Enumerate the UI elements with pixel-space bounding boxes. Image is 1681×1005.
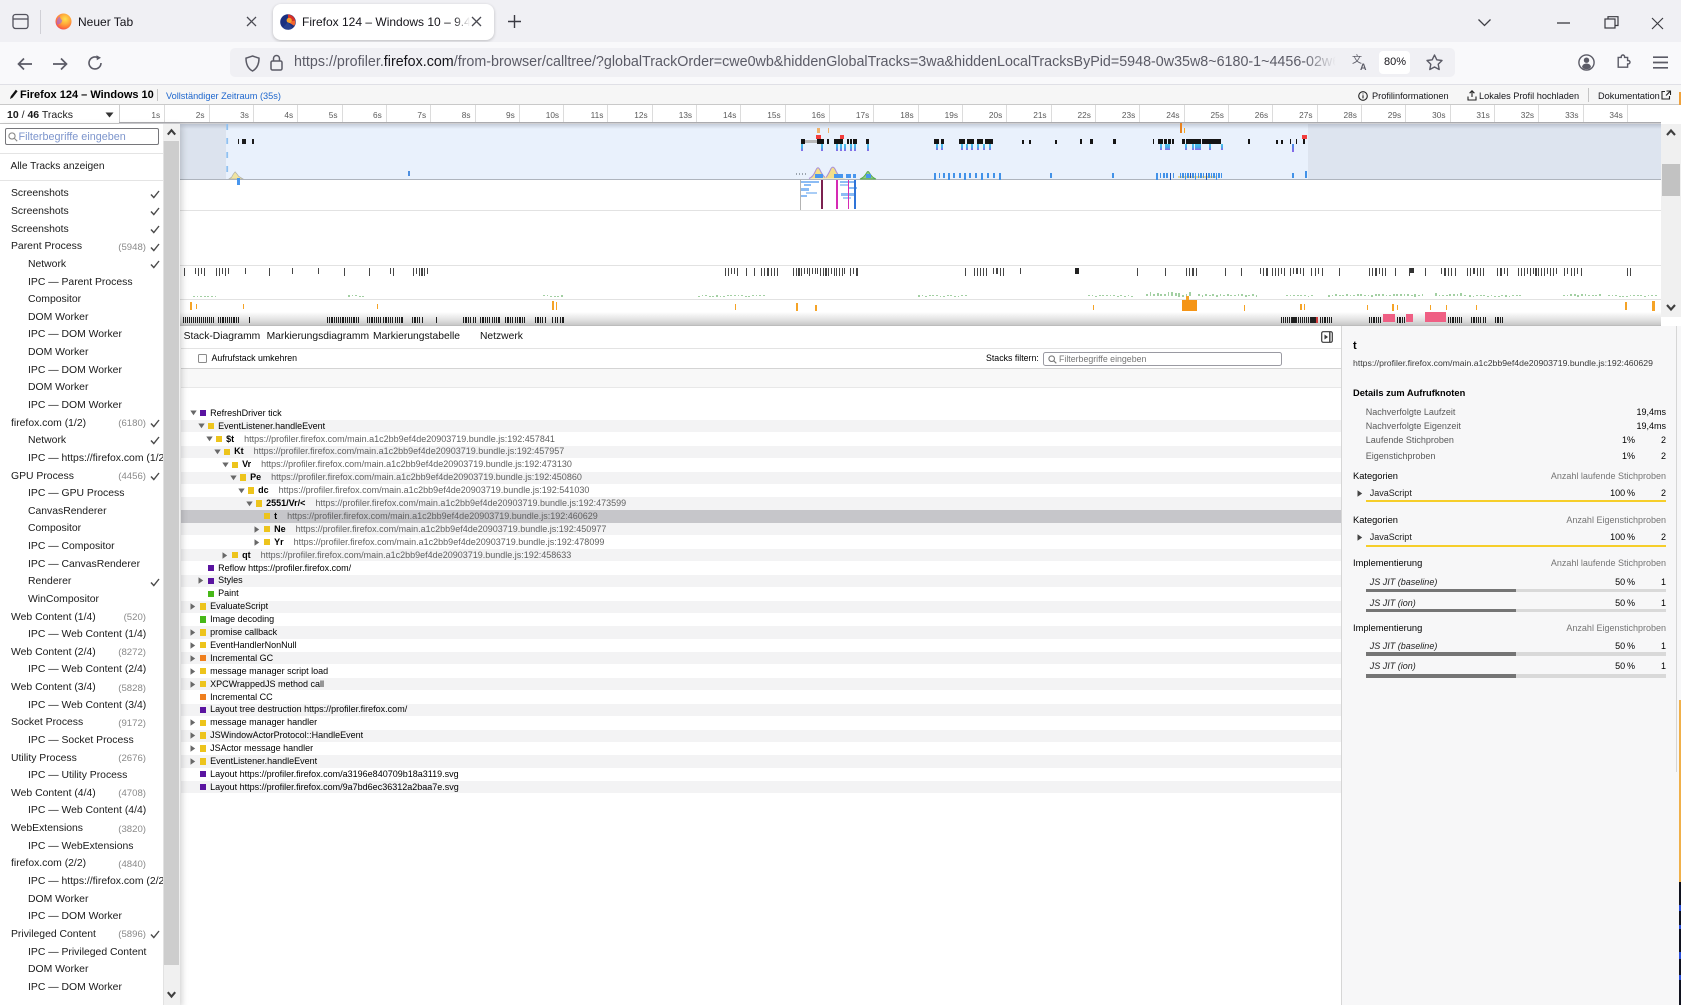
svg-text:A: A: [1360, 62, 1367, 72]
